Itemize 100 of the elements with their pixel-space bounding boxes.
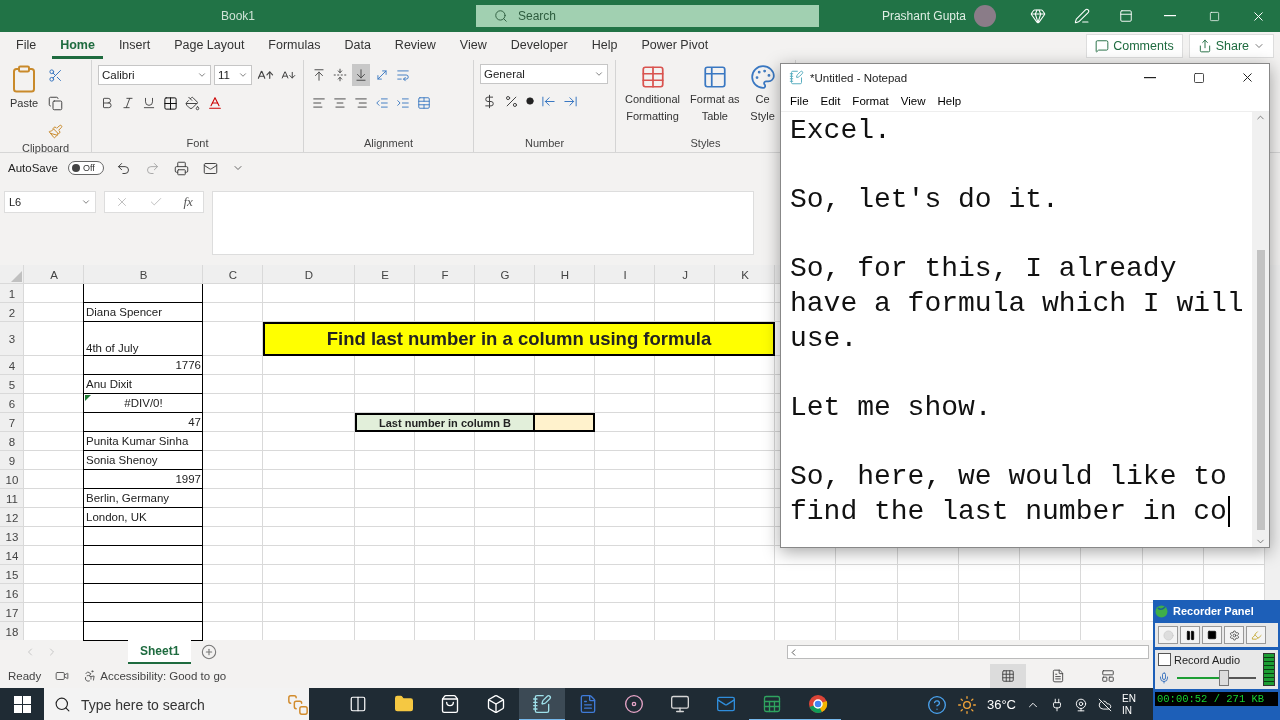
ribbon-tab[interactable]: Review — [386, 33, 444, 59]
row-header[interactable]: 2 — [0, 303, 24, 322]
align-bottom-button[interactable] — [352, 64, 370, 86]
search-icon — [494, 9, 508, 23]
diamond-icon — [1030, 8, 1046, 24]
align-bottom-icon — [354, 68, 368, 82]
spreadsheet-icon — [762, 693, 782, 714]
ribbon-tab[interactable]: Data — [336, 33, 379, 59]
row-header[interactable]: 4 — [0, 356, 24, 375]
table-cell-text: London, UK — [85, 509, 148, 525]
font-color-icon — [207, 95, 223, 111]
column-header[interactable]: K — [715, 265, 775, 284]
row-header[interactable]: 1 — [0, 284, 24, 303]
row-header[interactable]: 5 — [0, 375, 24, 394]
insert-function-button[interactable]: fx — [183, 194, 193, 210]
row-header[interactable]: 18 — [0, 622, 24, 641]
ribbon-tab[interactable]: File — [8, 33, 45, 59]
column-header[interactable]: A — [24, 265, 84, 284]
pause-button[interactable] — [1180, 626, 1200, 644]
column-header[interactable]: B — [84, 265, 203, 284]
menu-item[interactable]: Edit — [815, 95, 846, 107]
language-text: IN — [1122, 704, 1133, 717]
ribbon-tab[interactable]: Help — [583, 33, 626, 59]
row-header[interactable]: 15 — [0, 565, 24, 584]
row-header[interactable]: 14 — [0, 546, 24, 565]
ribbon-tab[interactable]: Formulas — [260, 33, 329, 59]
align-center-icon — [333, 96, 347, 110]
ribbon-tab[interactable]: View — [451, 33, 495, 59]
align-right-icon — [354, 96, 368, 110]
stop-icon — [1207, 630, 1217, 640]
row-header[interactable]: 11 — [0, 489, 24, 508]
menu-item[interactable]: View — [895, 95, 931, 107]
comments-button[interactable]: Comments — [1086, 34, 1183, 58]
row-header[interactable]: 16 — [0, 584, 24, 603]
horizontal-scrollbar[interactable] — [787, 645, 1150, 659]
sun-icon — [956, 694, 977, 715]
menu-item[interactable]: Help — [932, 95, 967, 107]
highlight-button[interactable] — [1246, 626, 1266, 644]
column-header[interactable]: H — [535, 265, 595, 284]
menu-item[interactable]: Format — [847, 95, 894, 107]
align-top-icon — [312, 68, 326, 82]
vertical-scrollbar[interactable] — [1252, 112, 1269, 547]
box-icon — [486, 693, 506, 714]
row-header[interactable]: 8 — [0, 432, 24, 451]
number-format-dropdown[interactable]: General — [480, 64, 608, 84]
font-dropdown[interactable]: Calibri — [98, 65, 211, 85]
column-header[interactable]: F — [415, 265, 475, 284]
row-header[interactable]: 17 — [0, 603, 24, 622]
dollar-icon — [482, 93, 497, 109]
styles-button[interactable]: Format as Table — [687, 64, 743, 137]
column-header[interactable]: D — [263, 265, 355, 284]
ribbon-tab[interactable]: Insert — [110, 33, 159, 59]
editor-text[interactable]: Excel. So, let's do it. So, for this, I already have a formula which I will use. Let me show. So, here, we would like to find the last number in co — [781, 112, 1252, 547]
ribbon-tab[interactable]: Page Layout — [166, 33, 253, 59]
font-size-dropdown[interactable]: 11 — [214, 65, 252, 85]
group-label: Number — [523, 137, 566, 151]
panel-title: Recorder Panel — [1173, 605, 1254, 617]
taskbar-search[interactable]: Type here to search — [44, 688, 309, 720]
row-header[interactable]: 13 — [0, 527, 24, 546]
slider-thumb[interactable] — [1219, 670, 1230, 686]
maximize-icon — [1192, 71, 1205, 84]
settings-button[interactable] — [1224, 626, 1244, 644]
normal-view-button[interactable] — [990, 664, 1026, 688]
power-icon — [1050, 697, 1064, 712]
sheet-tab[interactable]: Sheet1 — [128, 640, 192, 664]
status-text[interactable]: Accessibility: Good to go — [100, 670, 227, 682]
share-button[interactable]: Share — [1188, 34, 1274, 58]
autosave-toggle[interactable]: Off — [67, 161, 104, 175]
menu-item[interactable]: File — [785, 95, 814, 107]
row-header[interactable]: 7 — [0, 413, 24, 432]
ribbon-tab[interactable]: Home — [52, 33, 103, 59]
styles-button[interactable]: Conditional Formatting — [622, 64, 684, 137]
styles-button[interactable]: Ce Style — [746, 64, 779, 137]
pause-icon — [1184, 629, 1196, 641]
name-box[interactable]: L6 — [4, 191, 96, 213]
row-header[interactable]: 6 — [0, 394, 24, 413]
restore-icon — [1208, 10, 1220, 22]
row-header[interactable]: 3 — [0, 322, 24, 356]
pen-icon — [1074, 8, 1090, 24]
row-header[interactable]: 12 — [0, 508, 24, 527]
underline-icon — [142, 96, 156, 110]
ribbon-tab[interactable]: Developer — [502, 33, 576, 59]
row-header[interactable]: 10 — [0, 470, 24, 489]
bold-icon — [100, 96, 114, 110]
search-field[interactable]: Search — [476, 5, 819, 27]
folder-icon — [394, 693, 414, 714]
row-header[interactable]: 9 — [0, 451, 24, 470]
paste-button[interactable]: Paste — [6, 64, 42, 142]
accessibility-icon — [83, 669, 98, 683]
stop-button[interactable] — [1202, 626, 1222, 644]
formula-input[interactable] — [212, 191, 754, 255]
column-header[interactable]: C — [203, 265, 263, 284]
taskbar-app[interactable] — [519, 688, 565, 720]
ribbon-tab[interactable]: Power Pivot — [633, 33, 717, 59]
column-header[interactable]: G — [475, 265, 535, 284]
column-header[interactable]: J — [655, 265, 715, 284]
caret-icon — [81, 197, 91, 207]
column-header[interactable]: E — [355, 265, 415, 284]
column-header[interactable]: I — [595, 265, 655, 284]
percent-icon — [504, 93, 519, 109]
